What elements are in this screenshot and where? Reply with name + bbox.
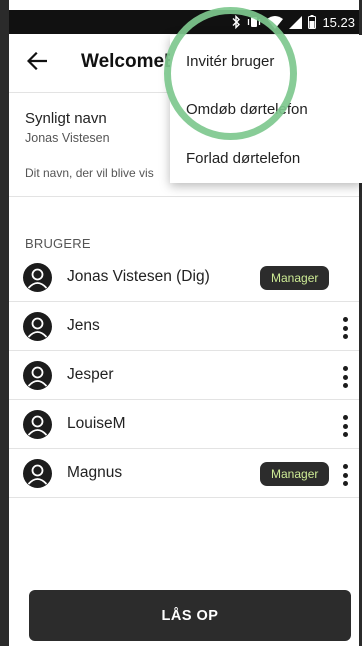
device-frame-left: [0, 0, 9, 646]
avatar-icon: [23, 263, 52, 292]
display-name-value: Jonas Vistesen: [25, 131, 110, 145]
more-vert-icon[interactable]: [335, 364, 355, 390]
user-name: Jens: [67, 317, 100, 334]
battery-icon: [308, 15, 317, 29]
user-name: Magnus: [67, 464, 123, 481]
more-vert-icon[interactable]: [335, 413, 355, 439]
display-name-label: Synligt navn: [25, 110, 107, 127]
status-time: 15.23: [322, 14, 355, 30]
user-row[interactable]: Magnus Manager: [9, 449, 359, 498]
user-row[interactable]: Jens: [9, 302, 359, 351]
user-list: Jonas Vistesen (Dig) Manager Jens Jesper…: [9, 253, 359, 498]
menu-item-leave-door-phone[interactable]: Forlad dørtelefon: [186, 150, 300, 167]
manager-badge: Manager: [260, 462, 330, 486]
back-button[interactable]: [23, 51, 51, 75]
avatar-icon: [23, 459, 52, 488]
user-row[interactable]: Jonas Vistesen (Dig) Manager: [9, 253, 359, 302]
avatar-icon: [23, 410, 52, 439]
unlock-button[interactable]: LÅS OP: [29, 590, 351, 641]
highlight-ring: [164, 7, 297, 140]
user-name: Jonas Vistesen (Dig): [67, 268, 210, 285]
users-section-header: BRUGERE: [25, 236, 91, 251]
more-vert-icon[interactable]: [335, 315, 355, 341]
user-row[interactable]: Jesper: [9, 351, 359, 400]
arrow-left-icon: [26, 51, 48, 75]
signal-icon: [289, 15, 303, 29]
user-row[interactable]: LouiseM: [9, 400, 359, 449]
more-vert-icon[interactable]: [335, 462, 355, 488]
avatar-icon: [23, 361, 52, 390]
manager-badge: Manager: [260, 266, 330, 290]
avatar-icon: [23, 312, 52, 341]
user-name: Jesper: [67, 366, 114, 383]
display-name-hint: Dit navn, der vil blive vis: [25, 166, 154, 180]
page-title: WelcomeE: [81, 51, 177, 72]
profile-divider: [9, 196, 359, 197]
user-name: LouiseM: [67, 415, 126, 432]
